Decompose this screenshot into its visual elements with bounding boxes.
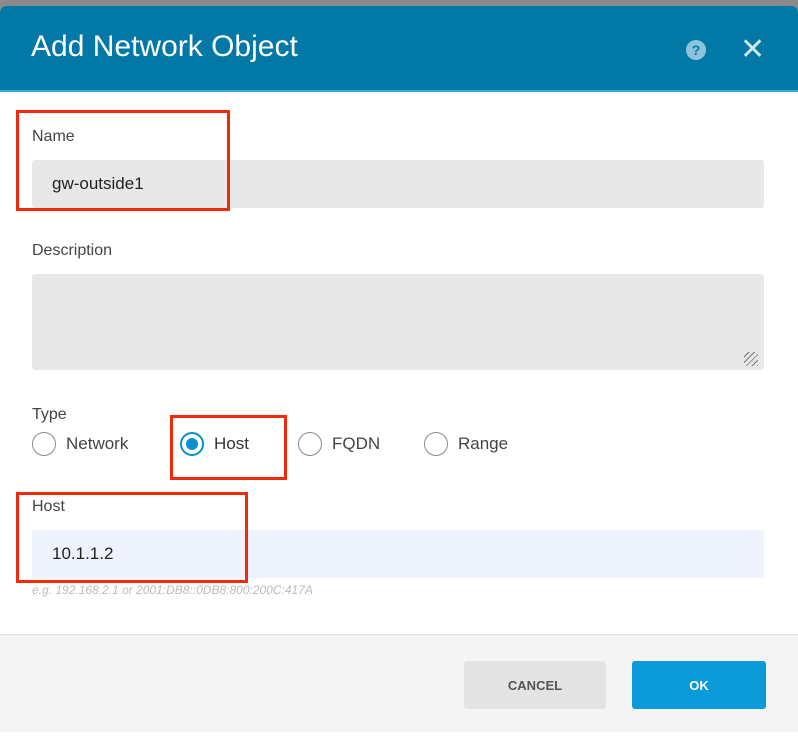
radio-fqdn[interactable]: FQDN (298, 432, 380, 456)
radio-label: Host (214, 434, 249, 453)
dialog-footer: CANCEL OK (0, 634, 798, 732)
radio-network[interactable]: Network (32, 432, 128, 456)
description-label: Description (32, 242, 113, 259)
radio-circle-icon (298, 432, 322, 456)
resize-handle-icon[interactable] (744, 352, 758, 366)
ok-button[interactable]: OK (632, 661, 766, 709)
radio-label: FQDN (332, 434, 381, 453)
radio-label: Range (458, 434, 509, 453)
host-label: Host (32, 498, 65, 515)
close-icon[interactable]: ✕ (740, 32, 765, 67)
type-label: Type (32, 406, 67, 423)
radio-checked-icon (180, 432, 204, 456)
host-hint: e.g. 192.168.2.1 or 2001:DB8::0DB8:800:2… (32, 583, 313, 597)
dialog-title: Add Network Object (31, 30, 298, 63)
radio-circle-icon (424, 432, 448, 456)
radio-range[interactable]: Range (424, 432, 508, 456)
radio-label: Network (66, 434, 129, 453)
description-textarea[interactable] (32, 274, 764, 370)
host-input[interactable]: 10.1.1.2 (32, 530, 764, 578)
add-network-object-dialog: Add Network Object ? ✕ (0, 6, 798, 738)
name-label: Name (32, 128, 75, 145)
radio-host[interactable]: Host (180, 432, 249, 456)
help-icon[interactable]: ? (686, 40, 706, 60)
dialog-header: Add Network Object ? ✕ (0, 6, 798, 92)
name-input[interactable]: gw-outside1 (32, 160, 764, 208)
cancel-button[interactable]: CANCEL (464, 661, 606, 709)
radio-circle-icon (32, 432, 56, 456)
